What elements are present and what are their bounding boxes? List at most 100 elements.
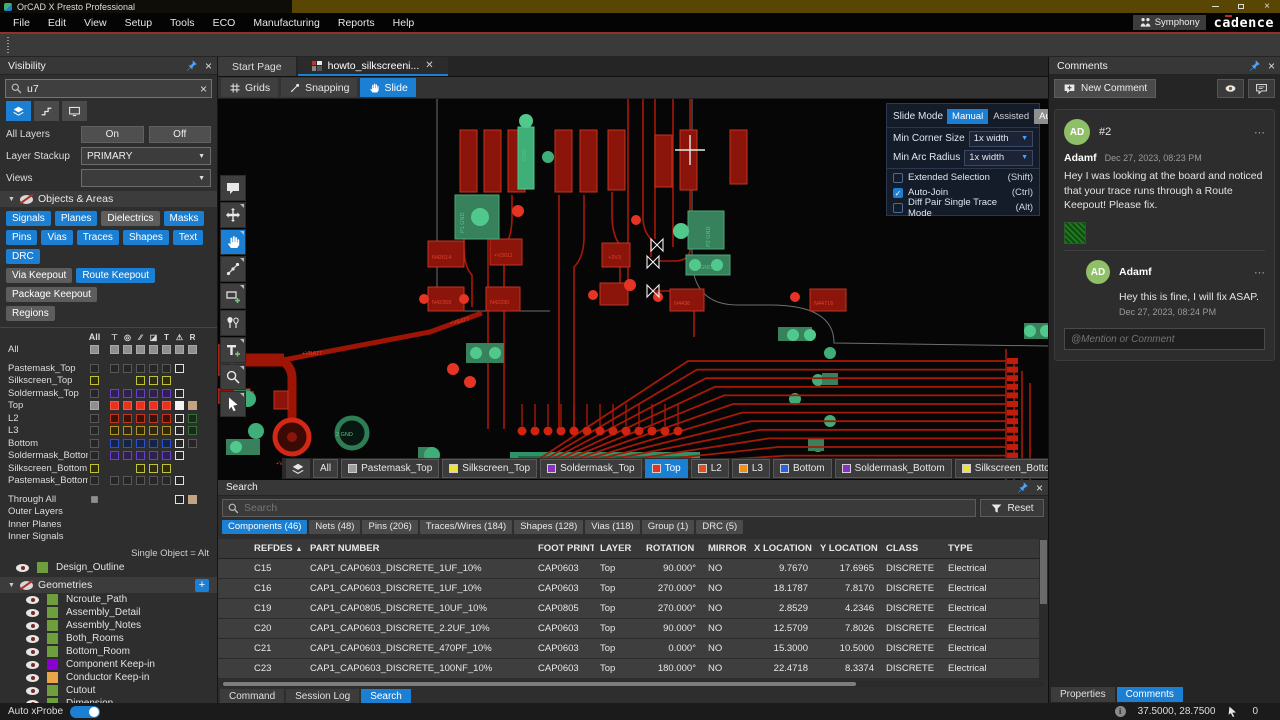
slide-mode-auto[interactable]: Auto: [1034, 109, 1048, 124]
filter-planes[interactable]: Planes: [55, 211, 98, 226]
layer-checkbox[interactable]: [90, 345, 99, 354]
text-tool[interactable]: [220, 337, 246, 363]
layer-button-l3[interactable]: L3: [732, 459, 770, 478]
tab-start-page[interactable]: Start Page: [218, 57, 296, 76]
menu-file[interactable]: File: [4, 15, 39, 31]
layer-checkbox[interactable]: [123, 439, 132, 448]
panel-tab-comments[interactable]: Comments: [1117, 687, 1183, 702]
column-header-refdes[interactable]: REFDES▲: [248, 543, 304, 554]
layer-button-top[interactable]: Top: [645, 459, 688, 478]
layer-checkbox[interactable]: [162, 414, 171, 423]
geometry-bottom-room[interactable]: Bottom_Room: [0, 645, 217, 658]
layer-checkbox[interactable]: [123, 401, 132, 410]
column-header-mirror[interactable]: MIRROR: [702, 543, 748, 554]
filter-text[interactable]: Text: [173, 230, 203, 245]
filter-drc[interactable]: DRC: [6, 249, 40, 264]
comment-list-button[interactable]: [1248, 79, 1275, 98]
clear-search-icon[interactable]: ×: [200, 83, 207, 95]
layer-checkbox[interactable]: [162, 476, 171, 485]
layer-checkbox[interactable]: [123, 451, 132, 460]
eye-icon[interactable]: [26, 622, 39, 630]
layer-checkbox[interactable]: [136, 401, 145, 410]
layer-checkbox[interactable]: [90, 364, 99, 373]
geometry-ncroute-path[interactable]: Ncroute_Path: [0, 593, 217, 606]
layer-checkbox[interactable]: [90, 426, 99, 435]
layer-button-l2[interactable]: L2: [691, 459, 729, 478]
checkbox[interactable]: [893, 203, 903, 213]
layer-checkbox[interactable]: [136, 345, 145, 354]
layer-checkbox[interactable]: [110, 364, 119, 373]
layer-checkbox[interactable]: [162, 376, 171, 385]
layer-checkbox[interactable]: [90, 451, 99, 460]
search-tab-group-1[interactable]: Group (1): [642, 520, 695, 534]
layer-checkbox[interactable]: [136, 451, 145, 460]
search-tab-shapes-128[interactable]: Shapes (128): [514, 520, 583, 534]
move-tool[interactable]: [220, 202, 246, 228]
show-comments-button[interactable]: [1217, 79, 1244, 98]
layer-checkbox[interactable]: [175, 389, 184, 398]
layer-checkbox[interactable]: [136, 439, 145, 448]
eye-icon[interactable]: [26, 609, 39, 617]
layer-checkbox[interactable]: [162, 451, 171, 460]
layer-checkbox[interactable]: [123, 426, 132, 435]
layer-checkbox[interactable]: [175, 495, 184, 504]
layer-checkbox[interactable]: [175, 426, 184, 435]
menu-tools[interactable]: Tools: [161, 15, 204, 31]
filter-via-keepout[interactable]: Via Keepout: [6, 268, 72, 283]
console-tab-session-log[interactable]: Session Log: [286, 689, 359, 704]
geometries-header[interactable]: ▼ Geometries +: [0, 577, 217, 593]
layer-checkbox[interactable]: [175, 345, 184, 354]
maximize-button[interactable]: [1228, 0, 1254, 13]
layer-checkbox[interactable]: [162, 439, 171, 448]
layer-checkbox[interactable]: [162, 401, 171, 410]
pin-panel-icon[interactable]: [1248, 59, 1261, 72]
checkbox[interactable]: [893, 173, 903, 183]
geometry-assembly-notes[interactable]: Assembly_Notes: [0, 619, 217, 632]
layer-checkbox[interactable]: [110, 426, 119, 435]
layer-checkbox[interactable]: [136, 464, 145, 473]
layer-checkbox[interactable]: [136, 476, 145, 485]
layer-checkbox[interactable]: [162, 364, 171, 373]
eye-icon[interactable]: [26, 648, 39, 656]
layer-stackup-select[interactable]: PRIMARY ▼: [81, 147, 211, 165]
visibility-search-input[interactable]: [27, 83, 196, 95]
eye-icon[interactable]: [26, 674, 39, 682]
filter-signals[interactable]: Signals: [6, 211, 51, 226]
layer-checkbox[interactable]: [175, 401, 184, 410]
close-button[interactable]: ×: [1254, 0, 1280, 13]
zoom-tool[interactable]: [220, 364, 246, 390]
layer-checkbox[interactable]: [90, 476, 99, 485]
layer-checkbox[interactable]: [90, 464, 99, 473]
eye-icon[interactable]: [26, 635, 39, 643]
layer-checkbox[interactable]: [110, 414, 119, 423]
layer-checkbox[interactable]: [162, 389, 171, 398]
views-select[interactable]: ▼: [81, 169, 211, 187]
route-tool[interactable]: [220, 256, 246, 282]
layer-checkbox[interactable]: [162, 345, 171, 354]
new-comment-button[interactable]: New Comment: [1054, 79, 1156, 98]
min-arc-select[interactable]: 1x width ▼: [964, 150, 1033, 166]
layer-checkbox[interactable]: [175, 451, 184, 460]
layer-checkbox[interactable]: [110, 389, 119, 398]
layer-checkbox[interactable]: [149, 439, 158, 448]
option-extended-selection[interactable]: Extended Selection(Shift): [893, 170, 1033, 185]
layer-button-all[interactable]: All: [313, 459, 338, 478]
menu-setup[interactable]: Setup: [116, 15, 161, 31]
min-corner-select[interactable]: 1x width ▼: [969, 131, 1033, 147]
layer-checkbox[interactable]: [175, 476, 184, 485]
geometry-both-rooms[interactable]: Both_Rooms: [0, 632, 217, 645]
via-tool[interactable]: [220, 310, 246, 336]
grids-button[interactable]: Grids: [221, 78, 278, 97]
table-row[interactable]: C19CAP1_CAP0805_DISCRETE_10UF_10%CAP0805…: [218, 599, 1048, 619]
layer-checkbox[interactable]: [123, 414, 132, 423]
layer-checkbox[interactable]: [90, 401, 99, 410]
layer-button-silkscreen-bottom[interactable]: Silkscreen_Bottom: [955, 459, 1048, 478]
layer-button-silkscreen-top[interactable]: Silkscreen_Top: [442, 459, 537, 478]
filter-masks[interactable]: Masks: [164, 211, 205, 226]
filter-shapes[interactable]: Shapes: [123, 230, 169, 245]
geometry-cutout[interactable]: Cutout: [0, 684, 217, 697]
layers-stack-button[interactable]: [286, 459, 310, 478]
mention-input[interactable]: [1064, 328, 1265, 350]
layer-button-soldermask-bottom[interactable]: Soldermask_Bottom: [835, 459, 952, 478]
tab-howto-silkscreeni[interactable]: howto_silkscreeni...✕: [298, 57, 448, 76]
